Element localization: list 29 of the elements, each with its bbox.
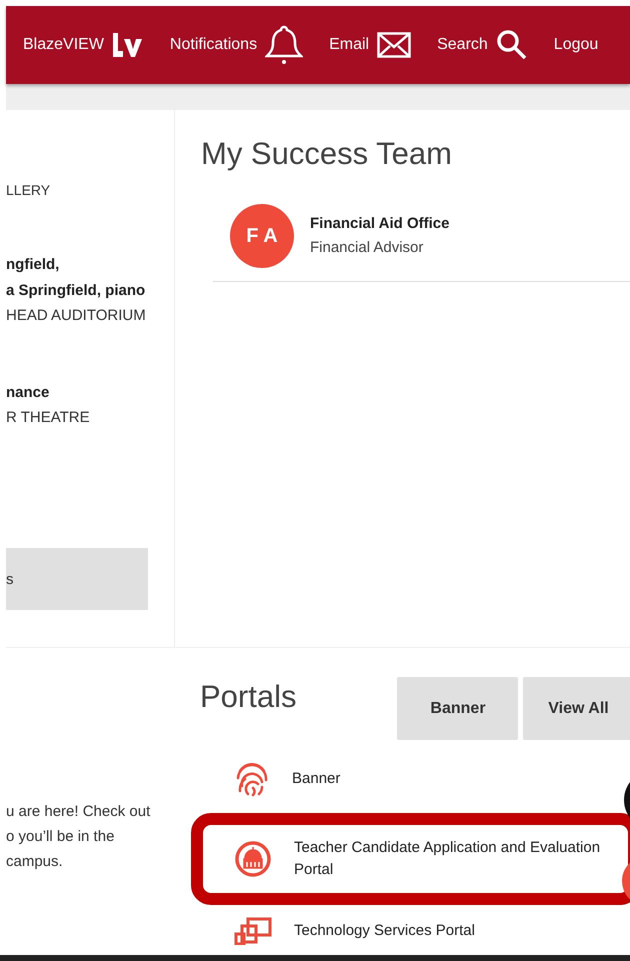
devices-icon	[234, 917, 272, 945]
nav-link[interactable]: BlazeVIEW	[23, 33, 144, 57]
fingerprint-icon	[234, 761, 270, 797]
event-venue: R THEATRE	[6, 408, 91, 428]
portal-filter-button[interactable]: View All	[523, 677, 630, 740]
section-title: My Success Team	[201, 135, 453, 173]
nav-link[interactable]: Logou	[554, 36, 598, 54]
domed-building-icon	[234, 840, 272, 878]
nav-link[interactable]: Search	[437, 29, 528, 61]
portal-link[interactable]: Technology Services Portal	[191, 905, 630, 945]
section-title: Portals	[200, 678, 296, 716]
event-venue: HEAD AUDITORIUM	[6, 306, 147, 326]
intro-paragraph: u are here! Check out o you’ll be in the campus.	[6, 802, 152, 872]
member-role: Financial Advisor	[310, 238, 424, 258]
avatar: F A	[230, 204, 294, 268]
search-icon	[496, 29, 528, 61]
event-category: LLERY	[6, 181, 52, 200]
event-title[interactable]: ngfield, a Springfield, piano	[6, 252, 174, 304]
event-title[interactable]: nance	[6, 380, 174, 406]
events-button[interactable]: s	[6, 548, 148, 610]
nav-link[interactable]: Email	[329, 32, 412, 58]
portal-link[interactable]: Banner	[191, 745, 630, 813]
highlighted-portal-link[interactable]: Teacher Candidate Application and Evaluation Portal	[191, 813, 630, 905]
mail-icon	[377, 32, 412, 58]
nav-link[interactable]: Notifications	[170, 24, 304, 66]
portal-filter-button[interactable]: Banner	[397, 677, 518, 740]
logo-icon	[112, 33, 144, 57]
member-name: Financial Aid Office	[310, 214, 450, 234]
bell-icon	[265, 24, 304, 66]
